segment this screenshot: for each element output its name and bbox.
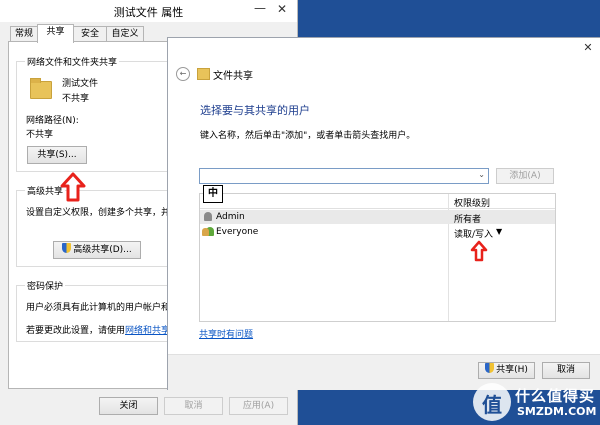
watermark: 值 什么值得买 SMZDM.COM [473, 383, 598, 423]
uac-shield-icon [62, 243, 72, 253]
folder-status: 不共享 [62, 94, 90, 104]
advanced-sharing-desc: 设置自定义权限，创建多个共享，并设 [26, 208, 180, 218]
properties-titlebar: 测试文件 属性 — ✕ [0, 0, 297, 22]
user-icon [204, 212, 212, 221]
user-name-combobox[interactable]: ⌄ [199, 168, 489, 184]
add-button[interactable]: 添加(A) [496, 168, 554, 184]
folder-icon [30, 78, 52, 99]
smzdm-logo-icon: 值 [473, 383, 511, 421]
password-change-prefix: 若要更改此设置，请使用 [26, 326, 126, 336]
dialog-title: 文件共享 [213, 71, 253, 82]
minimize-icon[interactable]: — [253, 2, 267, 16]
table-row[interactable]: Everyone 读取/写入 ▼ [200, 225, 555, 240]
share-confirm-button[interactable]: 共享(H) [478, 362, 535, 379]
password-protection-label: 密码保护 [25, 279, 66, 292]
user-permission-table: 权限级别 Admin 所有者 Everyone 读取/写入 ▼ [199, 193, 556, 322]
uac-shield-icon [485, 363, 495, 373]
logo-glyph: 值 [482, 393, 502, 417]
share-button[interactable]: 共享(S)... [27, 146, 87, 164]
share-confirm-label: 共享(H) [496, 365, 528, 375]
user-name-input[interactable] [200, 169, 473, 182]
network-path-label: 网络路径(N): [26, 116, 79, 126]
watermark-text-en: SMZDM.COM [517, 405, 597, 418]
dialog-description: 键入名称，然后单击"添加"，或者单击箭头查找用户。 [200, 131, 416, 141]
file-sharing-icon [197, 68, 210, 80]
table-header: 权限级别 [200, 194, 555, 209]
back-arrow-icon[interactable]: ← [176, 67, 190, 81]
tab-customize[interactable]: 自定义 [106, 26, 144, 42]
watermark-text-cn: 什么值得买 [515, 387, 596, 405]
cancel-button[interactable]: 取消 [542, 362, 590, 379]
permission-dropdown-icon[interactable]: ▼ [496, 227, 502, 236]
tab-sharing[interactable]: 共享 [37, 24, 74, 43]
user-name: Admin [216, 212, 245, 222]
close-button[interactable]: 关闭 [99, 397, 158, 415]
permission-column-header[interactable]: 权限级别 [454, 196, 490, 209]
dialog-heading: 选择要与其共享的用户 [200, 104, 310, 117]
red-arrow-up-icon [470, 240, 488, 262]
users-group-icon [202, 227, 214, 236]
dropdown-arrow-icon[interactable]: ⌄ [478, 170, 485, 179]
tab-general[interactable]: 常规 [10, 26, 38, 42]
tab-security[interactable]: 安全 [73, 26, 107, 42]
apply-button[interactable]: 应用(A) [229, 397, 288, 415]
ime-indicator: 中 [203, 185, 223, 203]
network-path-value: 不共享 [26, 130, 54, 140]
password-desc: 用户必须具有此计算机的用户帐户和密 [26, 303, 180, 313]
close-icon[interactable]: ✕ [271, 2, 293, 18]
advanced-sharing-button-label: 高级共享(D)... [73, 245, 132, 255]
red-arrow-up-icon [60, 172, 86, 202]
user-name: Everyone [216, 227, 259, 237]
sharing-help-link[interactable]: 共享时有问题 [199, 327, 253, 340]
folder-name: 测试文件 [62, 79, 99, 89]
file-sharing-dialog: ✕ ← 文件共享 选择要与其共享的用户 键入名称，然后单击"添加"，或者单击箭头… [167, 37, 600, 390]
cancel-button[interactable]: 取消 [164, 397, 223, 415]
table-row[interactable]: Admin 所有者 [200, 210, 555, 225]
password-change-text: 若要更改此设置，请使用网络和共享中 [26, 323, 179, 336]
permission-level[interactable]: 读取/写入 [454, 227, 493, 240]
advanced-sharing-button[interactable]: 高级共享(D)... [53, 241, 141, 259]
network-sharing-label: 网络文件和文件夹共享 [25, 55, 120, 68]
close-icon[interactable]: ✕ [581, 41, 595, 55]
permission-level: 所有者 [454, 215, 482, 225]
advanced-sharing-label: 高级共享 [25, 184, 66, 197]
